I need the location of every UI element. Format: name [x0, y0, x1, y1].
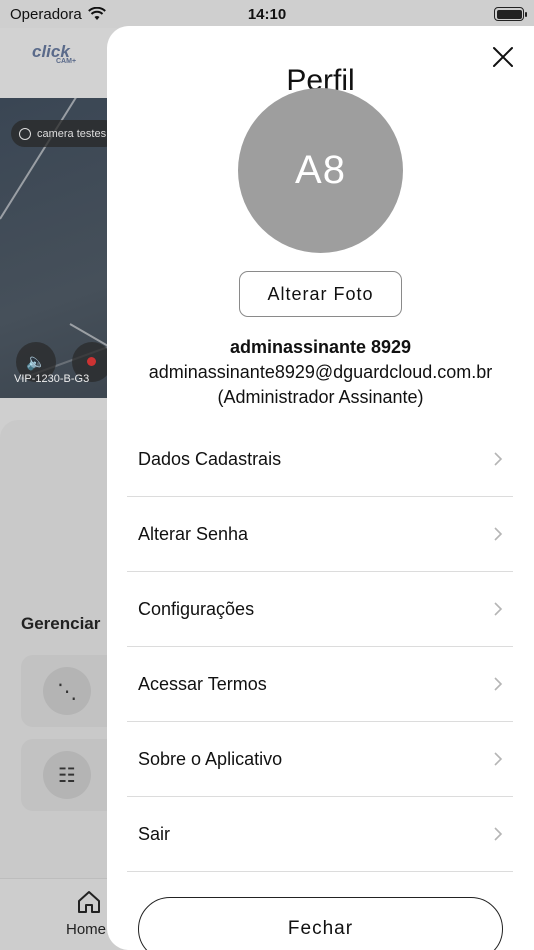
- chevron-right-icon: [494, 677, 503, 691]
- close-button[interactable]: [490, 44, 516, 70]
- wifi-icon: [87, 7, 106, 20]
- tab-home[interactable]: Home: [66, 921, 106, 938]
- battery-icon: [494, 7, 527, 21]
- menu-item-sobre-aplicativo[interactable]: Sobre o Aplicativo: [127, 722, 513, 797]
- menu-item-label: Sair: [138, 823, 171, 844]
- menu-item-label: Acessar Termos: [138, 673, 267, 694]
- hierarchy-icon: ☷: [43, 751, 91, 799]
- avatar: A8: [238, 88, 403, 253]
- chevron-right-icon: [494, 827, 503, 841]
- menu-item-label: Alterar Senha: [138, 523, 249, 544]
- menu-item-acessar-termos[interactable]: Acessar Termos: [127, 647, 513, 722]
- camera-model-label: VIP-1230-B-G3: [14, 373, 90, 385]
- menu-item-label: Dados Cadastrais: [138, 448, 282, 469]
- user-role: (Administrador Assinante): [217, 387, 424, 407]
- chevron-right-icon: [494, 452, 503, 466]
- network-icon: ⋱: [43, 667, 91, 715]
- menu-item-sair[interactable]: Sair: [127, 797, 513, 872]
- menu-item-alterar-senha[interactable]: Alterar Senha: [127, 497, 513, 572]
- avatar-initials: A8: [295, 148, 346, 192]
- user-name: adminassinante 8929: [229, 337, 412, 357]
- menu-item-label: Sobre o Aplicativo: [138, 748, 283, 769]
- home-icon[interactable]: [76, 889, 102, 915]
- camera-name: camera testes: [37, 127, 107, 140]
- camera-name-chip[interactable]: camera testes: [11, 120, 119, 147]
- carrier-label: Operadora: [10, 5, 82, 23]
- status-bar: Operadora 14:10: [0, 0, 534, 28]
- chevron-right-icon: [494, 602, 503, 616]
- menu-item-configuracoes[interactable]: Configurações: [127, 572, 513, 647]
- menu-item-dados-cadastrais[interactable]: Dados Cadastrais: [127, 422, 513, 497]
- user-email: adminassinante8929@dguardcloud.com.br: [148, 362, 493, 382]
- camera-icon: [19, 127, 31, 140]
- app-logo-subtitle: CAM+: [56, 58, 77, 65]
- menu-item-label: Configurações: [138, 598, 255, 619]
- speaker-icon: 🔈: [26, 354, 46, 371]
- chevron-right-icon: [494, 752, 503, 766]
- profile-menu: Dados Cadastrais Alterar Senha Configura…: [127, 422, 513, 872]
- fechar-button[interactable]: Fechar: [138, 897, 503, 950]
- change-photo-button[interactable]: Alterar Foto: [239, 271, 402, 317]
- chevron-right-icon: [494, 527, 503, 541]
- profile-sheet: Perfil A8 Alterar Foto adminassinante 89…: [107, 26, 534, 950]
- manage-section-title: Gerenciar: [21, 614, 101, 633]
- close-icon: [493, 47, 513, 67]
